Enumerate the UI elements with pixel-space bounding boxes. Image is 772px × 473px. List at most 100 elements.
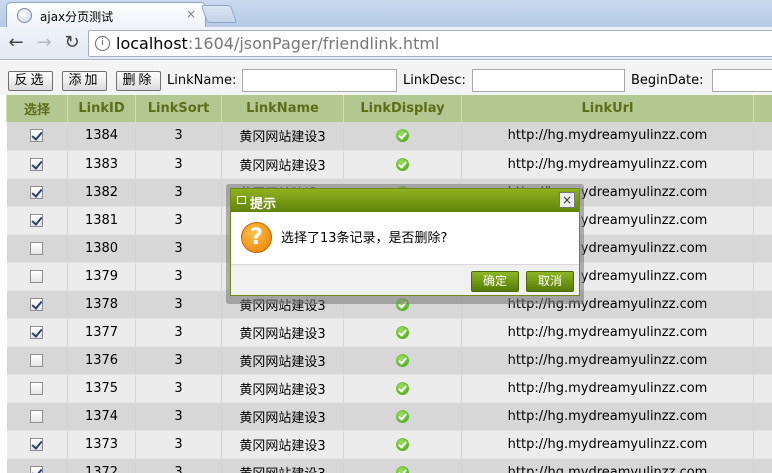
linkurl-cell: http://hg.mydreamyulinzz.com: [461, 402, 754, 431]
row-checkbox[interactable]: [30, 409, 44, 423]
extra-cell: [753, 318, 772, 347]
col-header-linksort[interactable]: LinkSort: [135, 95, 222, 122]
linksort-cell: 3: [135, 346, 222, 375]
filter-toolbar: 反选 添加 删除 LinkName: LinkDesc: BeginDate:: [0, 61, 772, 95]
extra-cell: [753, 290, 772, 319]
linkname-input[interactable]: [242, 69, 397, 92]
row-checkbox[interactable]: [30, 325, 44, 339]
linkid-cell: 1379: [67, 262, 136, 291]
col-header-linkurl[interactable]: LinkUrl: [461, 95, 754, 122]
linkurl-cell: http://hg.mydreamyulinzz.com: [461, 318, 754, 347]
check-circle-icon: [396, 381, 409, 395]
select-cell: [6, 346, 68, 375]
row-checkbox[interactable]: [30, 241, 44, 255]
row-checkbox[interactable]: [30, 465, 44, 473]
linkurl-cell: http://hg.mydreamyulinzz.com: [461, 346, 754, 375]
table-row[interactable]: 1374 3 黄冈网站建设3 http://hg.mydreamyulinzz.com: [6, 402, 772, 431]
linksort-cell: 3: [135, 374, 222, 403]
linkid-cell: 1375: [67, 374, 136, 403]
select-cell: [6, 458, 68, 473]
linkid-cell: 1380: [67, 234, 136, 263]
col-header-linkdisplay[interactable]: LinkDisplay: [343, 95, 462, 122]
col-header-extra: [753, 95, 772, 122]
close-icon[interactable]: ×: [559, 192, 575, 208]
table-row[interactable]: 1376 3 黄冈网站建设3 http://hg.mydreamyulinzz.com: [6, 346, 772, 375]
row-checkbox[interactable]: [30, 185, 44, 199]
browser-tab[interactable]: ajax分页测试 ×: [6, 2, 206, 28]
browser-toolbar: ← → ↻ i localhost:1604/jsonPager/friendl…: [0, 27, 772, 60]
close-tab-icon[interactable]: ×: [186, 7, 196, 21]
linkdisplay-cell: [343, 430, 462, 459]
linkid-cell: 1377: [67, 318, 136, 347]
linkdesc-input[interactable]: [472, 69, 625, 92]
begindate-input[interactable]: [712, 69, 772, 92]
linksort-cell: 3: [135, 178, 222, 207]
linkid-cell: 1372: [67, 458, 136, 473]
row-checkbox[interactable]: [30, 353, 44, 367]
table-row[interactable]: 1375 3 黄冈网站建设3 http://hg.mydreamyulinzz.com: [6, 374, 772, 403]
linkname-cell: 黄冈网站建设3: [221, 430, 344, 459]
check-circle-icon: [396, 437, 409, 451]
linkdesc-label: LinkDesc:: [403, 73, 466, 88]
check-circle-icon: [396, 129, 409, 143]
table-row[interactable]: 1373 3 黄冈网站建设3 http://hg.mydreamyulinzz.com: [6, 430, 772, 459]
begindate-label: BeginDate:: [631, 73, 704, 88]
row-checkbox[interactable]: [30, 297, 44, 311]
extra-cell: [753, 374, 772, 403]
row-checkbox[interactable]: [30, 157, 44, 171]
dialog-titlebar[interactable]: 提示 ×: [231, 189, 579, 212]
linkname-cell: 黄冈网站建设3: [221, 346, 344, 375]
linkurl-cell: http://hg.mydreamyulinzz.com: [461, 122, 754, 151]
address-bar[interactable]: i localhost:1604/jsonPager/friendlink.ht…: [88, 30, 772, 57]
linkurl-cell: http://hg.mydreamyulinzz.com: [461, 430, 754, 459]
extra-cell: [753, 458, 772, 473]
extra-cell: [753, 402, 772, 431]
select-cell: [6, 290, 68, 319]
forward-arrow-icon[interactable]: →: [32, 31, 56, 55]
row-checkbox[interactable]: [30, 213, 44, 227]
delete-button[interactable]: 删除: [116, 71, 161, 91]
linkid-cell: 1374: [67, 402, 136, 431]
url-text: localhost:1604/jsonPager/friendlink.html: [116, 34, 439, 53]
linkid-cell: 1384: [67, 122, 136, 151]
linksort-cell: 3: [135, 430, 222, 459]
check-circle-icon: [396, 157, 409, 171]
linkurl-cell: http://hg.mydreamyulinzz.com: [461, 374, 754, 403]
select-cell: [6, 122, 68, 151]
check-circle-icon: [396, 409, 409, 423]
table-header-row: 选择 LinkID LinkSort LinkName LinkDisplay …: [6, 95, 772, 122]
ok-button[interactable]: 确定: [471, 271, 519, 292]
linkid-cell: 1381: [67, 206, 136, 235]
linkid-cell: 1373: [67, 430, 136, 459]
new-tab-button[interactable]: [200, 5, 238, 23]
row-checkbox[interactable]: [30, 381, 44, 395]
url-path: :1604/jsonPager/friendlink.html: [187, 34, 440, 53]
add-button[interactable]: 添加: [62, 71, 107, 91]
table-row[interactable]: 1383 3 黄冈网站建设3 http://hg.mydreamyulinzz.com: [6, 150, 772, 179]
linksort-cell: 3: [135, 458, 222, 473]
dialog-footer: 确定 取消: [231, 264, 579, 295]
linkname-cell: 黄冈网站建设3: [221, 318, 344, 347]
linkdisplay-cell: [343, 318, 462, 347]
invert-selection-button[interactable]: 反选: [8, 71, 53, 91]
row-checkbox[interactable]: [30, 269, 44, 283]
select-cell: [6, 234, 68, 263]
linksort-cell: 3: [135, 402, 222, 431]
col-header-linkid[interactable]: LinkID: [67, 95, 136, 122]
table-row[interactable]: 13723黄冈网站建设3 http://hg.mydreamyulinzz.com: [6, 458, 772, 473]
cancel-button[interactable]: 取消: [526, 271, 574, 292]
dialog-message: 选择了13条记录，是否删除?: [281, 231, 448, 246]
table-row[interactable]: 1384 3 黄冈网站建设3 http://hg.mydreamyulinzz.com: [6, 122, 772, 151]
table-row[interactable]: 1377 3 黄冈网站建设3 http://hg.mydreamyulinzz.com: [6, 318, 772, 347]
select-cell: [6, 318, 68, 347]
reload-icon[interactable]: ↻: [60, 31, 84, 55]
col-header-linkname[interactable]: LinkName: [221, 95, 344, 122]
row-checkbox[interactable]: [30, 129, 44, 143]
linkname-label: LinkName:: [167, 73, 237, 88]
back-arrow-icon[interactable]: ←: [4, 31, 28, 55]
row-checkbox[interactable]: [30, 437, 44, 451]
extra-cell: [753, 178, 772, 207]
extra-cell: [753, 262, 772, 291]
select-cell: [6, 178, 68, 207]
page-info-icon[interactable]: i: [95, 36, 110, 51]
